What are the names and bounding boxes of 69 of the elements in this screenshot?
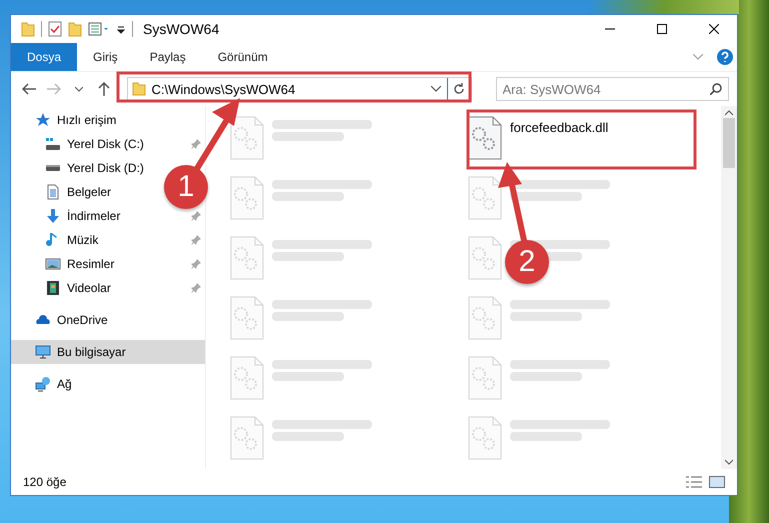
computer-icon [35, 344, 51, 360]
file-gears-icon [468, 356, 502, 400]
sidebar-item[interactable]: Müzik [11, 228, 106, 252]
properties-icon[interactable] [88, 21, 110, 37]
chevron-down-icon [75, 86, 84, 92]
pin-icon[interactable] [191, 259, 201, 269]
file-gears-icon [468, 416, 502, 460]
picture-icon [45, 256, 61, 272]
file-item[interactable]: forcefeedback.dll [464, 112, 702, 172]
ribbon-tab[interactable]: Paylaş [134, 43, 202, 71]
file-gears-icon [468, 116, 502, 160]
file-gears-icon [468, 296, 502, 340]
forward-arrow-icon [47, 83, 62, 95]
search-field[interactable]: Ara: SysWOW64 [496, 77, 729, 101]
sidebar-item[interactable]: Yerel Disk (C:) [11, 132, 152, 156]
folder-icon [132, 82, 146, 96]
sidebar-item[interactable]: Ağ [11, 372, 205, 396]
maximize-icon [657, 24, 667, 34]
help-icon[interactable] [717, 49, 733, 65]
checklist-icon[interactable] [48, 21, 62, 37]
window-title: SysWOW64 [143, 21, 220, 37]
sidebar-item[interactable]: OneDrive [11, 308, 205, 332]
star-icon [35, 112, 51, 128]
file-gears-icon [230, 296, 264, 340]
sidebar-item[interactable]: Bu bilgisayar [11, 340, 205, 364]
sidebar-item[interactable]: Yerel Disk (D:) [11, 156, 152, 180]
dropdown-icon[interactable] [430, 86, 440, 92]
search-icon [710, 83, 722, 95]
network-icon [35, 376, 51, 392]
pin-icon[interactable] [191, 283, 201, 293]
ribbon-tab[interactable]: Görünüm [202, 43, 284, 71]
file-gears-icon [230, 236, 264, 280]
chevron-icon[interactable] [693, 54, 703, 60]
pin-icon[interactable] [191, 211, 201, 221]
folder-icon[interactable] [68, 21, 82, 37]
sidebar-item[interactable]: İndirmeler [11, 204, 128, 228]
large-icons-view-icon[interactable] [709, 475, 725, 489]
scroll-down-icon[interactable] [725, 459, 733, 465]
up-arrow-icon [98, 82, 110, 96]
close-icon [709, 24, 719, 34]
details-view-icon[interactable] [685, 475, 703, 489]
scroll-thumb[interactable] [723, 118, 735, 168]
folder-icon[interactable] [21, 21, 35, 37]
drive-c-icon [45, 136, 61, 152]
download-icon [45, 208, 61, 224]
file-gears-icon [468, 176, 502, 220]
ribbon-tab[interactable]: Dosya [11, 43, 78, 71]
pin-icon[interactable] [191, 235, 201, 245]
file-gears-icon [230, 356, 264, 400]
sidebar-item[interactable]: Videolar [11, 276, 119, 300]
file-gears-icon [230, 176, 264, 220]
file-name: forcefeedback.dll [510, 120, 608, 135]
scrollbar[interactable] [721, 106, 737, 469]
sidebar-item[interactable]: Belgeler [11, 180, 120, 204]
document-icon [45, 184, 61, 200]
drive-icon [45, 164, 61, 172]
refresh-icon [453, 83, 465, 95]
scroll-up-icon[interactable] [725, 110, 733, 116]
pin-icon[interactable] [191, 139, 201, 149]
item-count: 120 öğe [23, 475, 68, 489]
video-icon [45, 280, 61, 296]
sidebar-item[interactable]: Hızlı erişim [11, 108, 205, 132]
file-gears-icon [230, 116, 264, 160]
file-gears-icon [230, 416, 264, 460]
ribbon-tab[interactable]: Giriş [77, 43, 134, 71]
sidebar-item[interactable]: Resimler [11, 252, 122, 276]
file-gears-icon [468, 236, 502, 280]
address-field[interactable]: C:\Windows\SysWOW64 [126, 77, 472, 101]
back-arrow-icon [22, 83, 36, 95]
